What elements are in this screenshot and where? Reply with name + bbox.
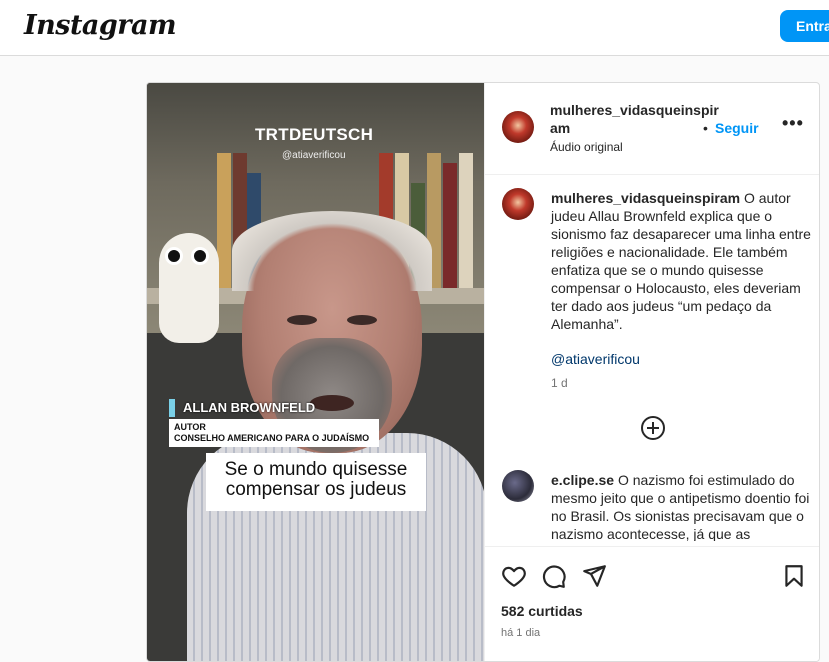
- video-subtitle: Se o mundo quisesse compensar os judeus: [206, 453, 426, 511]
- dog-figurine: [159, 233, 219, 343]
- audio-link[interactable]: Áudio original: [550, 140, 623, 154]
- comment-item: e.clipe.se O nazismo foi estimulado do m…: [551, 471, 813, 541]
- separator-dot: •: [703, 120, 708, 136]
- caption-author-avatar[interactable]: [502, 188, 534, 220]
- heart-icon[interactable]: [501, 563, 527, 589]
- instagram-logo[interactable]: Instagram: [24, 10, 177, 41]
- caption-username[interactable]: mulheres_vidasqueinspiram: [551, 190, 740, 206]
- speaker-hair: [232, 211, 432, 291]
- subtitle-line-1: Se o mundo quisesse: [224, 459, 408, 480]
- speaker-left-eye: [287, 315, 317, 325]
- add-comment-icon[interactable]: [641, 416, 665, 440]
- channel-watermark: TRTDEUTSCH: [255, 125, 374, 144]
- video-player[interactable]: TRTDEUTSCH @atiaverificou ALLAN BROWNFEL…: [147, 83, 484, 661]
- role-line-2: CONSELHO AMERICANO PARA O JUDAÍSMO: [174, 433, 370, 443]
- caption-age: 1 d: [551, 376, 568, 390]
- comment-icon[interactable]: [541, 563, 567, 589]
- bookmark-icon[interactable]: [781, 563, 807, 589]
- author-username-line-2[interactable]: am: [550, 120, 570, 136]
- comment-username[interactable]: e.clipe.se: [551, 472, 614, 488]
- channel-handle: @atiaverificou: [282, 150, 346, 161]
- speaker-right-eye: [347, 315, 377, 325]
- top-navigation-bar: Instagram Entrar: [0, 0, 829, 56]
- caption-mention-link[interactable]: @atiaverificou: [551, 351, 640, 367]
- caption-text: O autor judeu Allau Brownfeld explica qu…: [551, 190, 811, 332]
- more-options-icon[interactable]: •••: [782, 113, 804, 134]
- subtitle-line-2: compensar os judeus: [225, 479, 407, 500]
- author-avatar[interactable]: [502, 111, 534, 143]
- post-header: mulheres_vidasqueinspir am • Seguir ••• …: [485, 83, 819, 175]
- follow-button[interactable]: Seguir: [715, 120, 759, 136]
- post-time: há 1 dia: [501, 627, 541, 639]
- role-line-1: AUTOR: [174, 422, 206, 432]
- share-icon[interactable]: [581, 563, 607, 589]
- post-actions: 582 curtidas há 1 dia: [485, 546, 819, 661]
- speaker-role-tag: AUTOR CONSELHO AMERICANO PARA O JUDAÍSMO: [169, 419, 379, 447]
- post-caption: mulheres_vidasqueinspiram O autor judeu …: [551, 189, 811, 333]
- login-button[interactable]: Entrar: [780, 10, 829, 42]
- author-username-line-1[interactable]: mulheres_vidasqueinspir: [550, 102, 719, 118]
- speaker-name-tag: ALLAN BROWNFELD: [169, 399, 321, 417]
- commenter-avatar[interactable]: [502, 470, 534, 502]
- post-container: TRTDEUTSCH @atiaverificou ALLAN BROWNFEL…: [146, 82, 820, 662]
- post-sidebar: mulheres_vidasqueinspir am • Seguir ••• …: [484, 83, 819, 661]
- like-count[interactable]: 582 curtidas: [501, 603, 583, 619]
